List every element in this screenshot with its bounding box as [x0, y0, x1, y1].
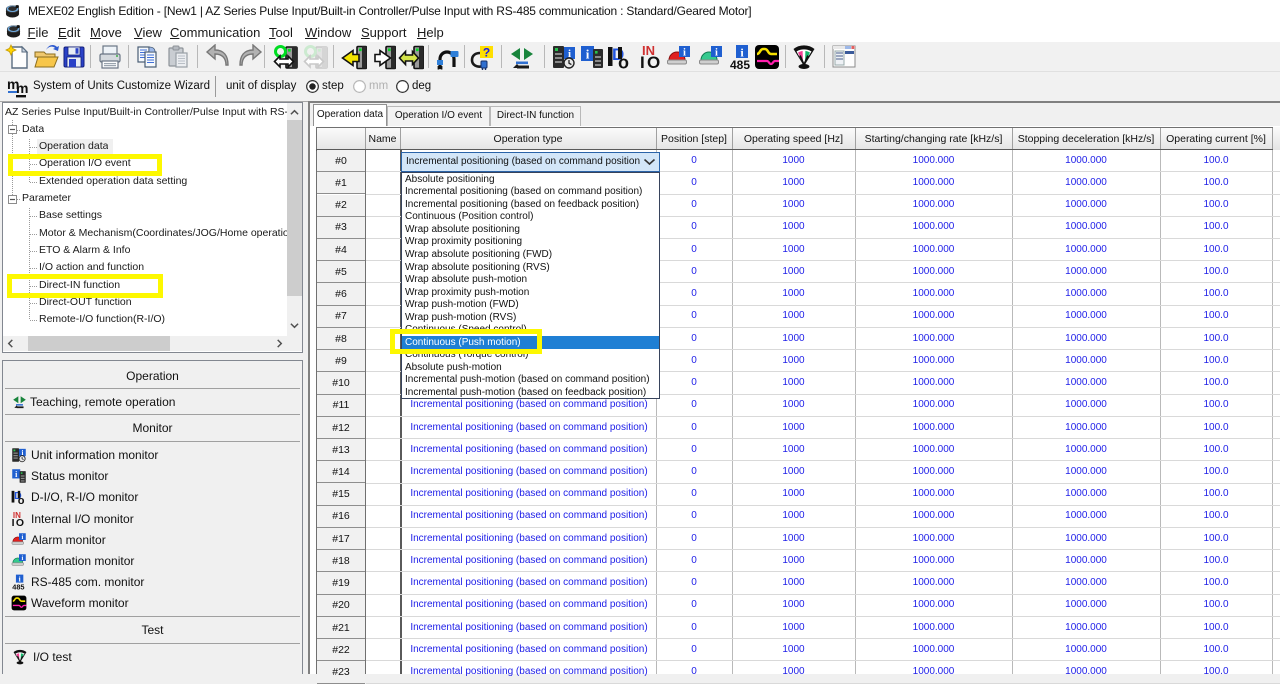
svg-text:?: ?: [483, 46, 490, 60]
svg-text:O: O: [16, 517, 24, 526]
svg-text:485: 485: [12, 583, 24, 591]
svg-text:i: i: [21, 555, 23, 562]
svg-text:O: O: [647, 53, 660, 70]
svg-text:i: i: [683, 48, 686, 59]
svg-text:i: i: [21, 534, 23, 541]
svg-text:485: 485: [730, 58, 750, 70]
svg-text:I: I: [640, 53, 645, 70]
svg-text:I: I: [12, 517, 15, 526]
svg-text:i: i: [586, 47, 590, 62]
svg-text:i: i: [715, 48, 718, 59]
svg-text:m: m: [16, 80, 28, 96]
